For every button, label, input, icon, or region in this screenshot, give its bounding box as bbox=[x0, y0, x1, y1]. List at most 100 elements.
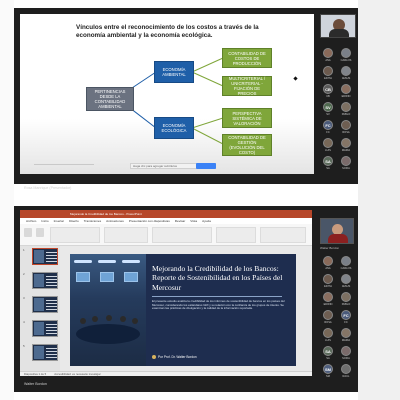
participant-tile[interactable]: RAUL bbox=[338, 364, 354, 380]
avatar bbox=[323, 328, 333, 338]
presenter-label: Walter Bordon bbox=[24, 382, 47, 386]
participant-tile[interactable]: SOFIA bbox=[338, 156, 354, 172]
avatar bbox=[341, 66, 351, 76]
speaker-video-tile[interactable] bbox=[320, 218, 354, 244]
participant-tile[interactable]: JESUS bbox=[338, 66, 354, 82]
participant-tile[interactable]: CARLOS bbox=[338, 256, 354, 272]
participant-name: ROSA bbox=[342, 131, 350, 134]
ribbon-tab-vista[interactable]: Vista bbox=[190, 219, 197, 223]
slide-body-text: El presente estudio analiza la credibili… bbox=[152, 299, 285, 311]
meeting-panel-top: Vínculos entre el reconocimiento de los … bbox=[14, 8, 358, 190]
participant-tile[interactable]: EDITH bbox=[320, 66, 336, 82]
meeting-panel-bottom: Mejorando la Credibilidad de los Bancos … bbox=[14, 206, 358, 392]
participant-tile[interactable]: EDWIN bbox=[338, 84, 354, 100]
participant-name: SA bbox=[326, 167, 330, 170]
participant-tile[interactable]: SM SM bbox=[320, 364, 336, 380]
avatar bbox=[341, 48, 351, 58]
caption-button[interactable] bbox=[196, 163, 216, 169]
page-margin-left bbox=[0, 0, 14, 400]
slide-thumbnail-1[interactable] bbox=[32, 248, 58, 265]
participant-tile[interactable]: ROSA bbox=[320, 310, 336, 326]
ribbon-tab-insertar[interactable]: Insertar bbox=[54, 219, 65, 223]
diagram-leaf-perspectiva-sistemica: PERSPECTIVA SISTÉMICA DE VALORACIÓN bbox=[222, 108, 272, 128]
participant-name: CB bbox=[326, 95, 330, 98]
drawing-group[interactable] bbox=[152, 227, 212, 243]
avatar bbox=[341, 364, 351, 374]
ribbon-tab-dise-o[interactable]: Diseño bbox=[69, 219, 79, 223]
author-avatar-icon bbox=[152, 355, 156, 360]
participant-name: ANA bbox=[325, 59, 331, 62]
avatar: CB bbox=[323, 84, 333, 94]
participant-name: SM bbox=[326, 375, 330, 378]
slide-thumbnail-2[interactable] bbox=[32, 272, 58, 289]
avatar: SA bbox=[323, 156, 333, 166]
participant-name: SV bbox=[326, 113, 330, 116]
new-slide-icon[interactable] bbox=[36, 228, 44, 237]
ribbon-tab-ayuda[interactable]: Ayuda bbox=[202, 219, 211, 223]
slide-author: Por Prof. Dr. Walter Bordon bbox=[152, 355, 197, 360]
slide-thumbnail-4[interactable] bbox=[32, 320, 58, 337]
slide-thumbnails-pane: 1 2 3 4 5 bbox=[20, 246, 60, 372]
participant-tile[interactable]: PABLO bbox=[338, 292, 354, 308]
participant-tile[interactable]: EDWIN bbox=[320, 292, 336, 308]
accessibility-status[interactable]: Accesibilidad: es necesario investigar bbox=[54, 372, 100, 376]
participant-tile[interactable]: SOFIA bbox=[338, 346, 354, 362]
participant-tile[interactable]: FC FC bbox=[338, 310, 354, 326]
avatar bbox=[341, 256, 351, 266]
participant-name: FC bbox=[344, 321, 348, 324]
editing-group[interactable] bbox=[216, 227, 256, 243]
shared-slide-diagram: Vínculos entre el reconocimiento de los … bbox=[20, 14, 314, 174]
slide-thumbnail-5[interactable] bbox=[32, 344, 58, 361]
participant-tile[interactable]: ROSA bbox=[338, 120, 354, 136]
participant-tile[interactable]: CARLOS bbox=[338, 48, 354, 64]
avatar bbox=[323, 48, 333, 58]
page-margin-right bbox=[358, 0, 400, 400]
speaker-name: Walter Bordon bbox=[320, 246, 340, 250]
avatar bbox=[323, 66, 333, 76]
participant-tile[interactable]: FC FC bbox=[320, 120, 336, 136]
participant-name: CARLOS bbox=[340, 59, 352, 62]
avatar: FC bbox=[341, 310, 351, 320]
slide-photo-boardroom bbox=[70, 254, 146, 366]
participant-tile[interactable]: SV SV bbox=[320, 102, 336, 118]
participant-tile[interactable]: LUIS bbox=[320, 328, 336, 344]
ribbon-tab-presentaci-n-con-diapositivas[interactable]: Presentación con diapositivas bbox=[129, 219, 170, 223]
ribbon-tab-transiciones[interactable]: Transiciones bbox=[84, 219, 101, 223]
participant-tile[interactable]: MARIA bbox=[338, 138, 354, 154]
designer-group[interactable] bbox=[260, 227, 306, 243]
ribbon-tab-inicio[interactable]: Inicio bbox=[41, 219, 48, 223]
participant-name: EDITH bbox=[324, 285, 332, 288]
participant-name: ROSA bbox=[324, 321, 332, 324]
participant-tile[interactable]: EDITH bbox=[320, 274, 336, 290]
ribbon-tab-animaciones[interactable]: Animaciones bbox=[106, 219, 124, 223]
ribbon-tab-archivo[interactable]: Archivo bbox=[26, 219, 36, 223]
diagram-leaf-contabilidad-gestion: CONTABILIDAD DE GESTIÓN (EVOLUCIÓN DEL C… bbox=[222, 134, 272, 156]
participant-tile[interactable]: JESUS bbox=[338, 274, 354, 290]
participant-tile[interactable]: MARIA bbox=[338, 328, 354, 344]
avatar bbox=[341, 274, 351, 284]
participant-name: EDWIN bbox=[341, 95, 351, 98]
avatar bbox=[341, 346, 351, 356]
participant-tile[interactable]: SA SA bbox=[320, 156, 336, 172]
participant-tile[interactable]: LUIS bbox=[320, 138, 336, 154]
avatar bbox=[341, 292, 351, 302]
ribbon-tab-revisar[interactable]: Revisar bbox=[175, 219, 186, 223]
participant-name: SA bbox=[326, 357, 330, 360]
participant-tile[interactable]: CB CB bbox=[320, 84, 336, 100]
participant-tile[interactable]: ANA bbox=[320, 48, 336, 64]
font-group[interactable] bbox=[50, 227, 100, 243]
participant-tile[interactable]: ANA bbox=[320, 256, 336, 272]
paste-icon[interactable] bbox=[24, 228, 32, 237]
window-title: Mejorando la Credibilidad de los Bancos … bbox=[70, 212, 142, 216]
participant-tile[interactable]: PABLO bbox=[338, 102, 354, 118]
participant-name: EDWIN bbox=[323, 303, 333, 306]
participant-tile[interactable]: SA SA bbox=[320, 346, 336, 362]
status-bar: Diapositiva 1 de 5 Accesibilidad: es nec… bbox=[20, 371, 312, 376]
participant-name: PABLO bbox=[341, 303, 351, 306]
speaker-video-tile[interactable] bbox=[320, 14, 356, 38]
main-slide-canvas[interactable]: Mejorando la Credibilidad de los Bancos:… bbox=[70, 254, 296, 366]
powerpoint-window: Mejorando la Credibilidad de los Bancos … bbox=[20, 210, 312, 376]
paragraph-group[interactable] bbox=[104, 227, 148, 243]
slide-thumbnail-3[interactable] bbox=[32, 296, 58, 313]
avatar bbox=[323, 292, 333, 302]
